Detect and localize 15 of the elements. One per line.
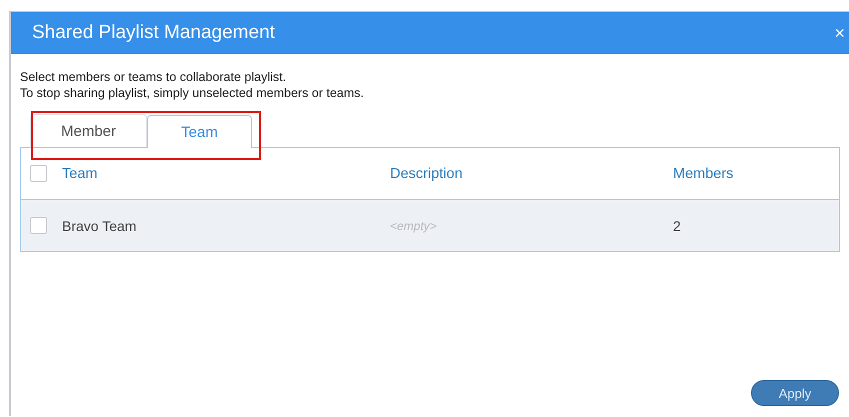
tab[interactable]: Member xyxy=(30,114,147,147)
checkbox[interactable] xyxy=(30,217,47,234)
instruction-text: To stop sharing playlist, simply unselected members or teams. xyxy=(20,85,365,101)
checkbox[interactable] xyxy=(30,165,47,182)
instruction-text: Select members or teams to collaborate playlist. xyxy=(20,69,288,85)
table-cell-text: 2 xyxy=(673,218,682,234)
window-title: Shared Playlist Management xyxy=(32,22,275,44)
close-button[interactable]: × xyxy=(834,22,849,44)
table-cell-text: <empty> xyxy=(390,218,438,232)
column-header[interactable]: Team xyxy=(62,166,390,182)
apply-button[interactable]: Apply xyxy=(751,380,839,406)
tab[interactable]: Team xyxy=(147,115,252,148)
column-header[interactable]: Members xyxy=(673,166,839,182)
column-header[interactable]: Description xyxy=(390,166,673,182)
table-cell-text: Bravo Team xyxy=(62,218,138,234)
